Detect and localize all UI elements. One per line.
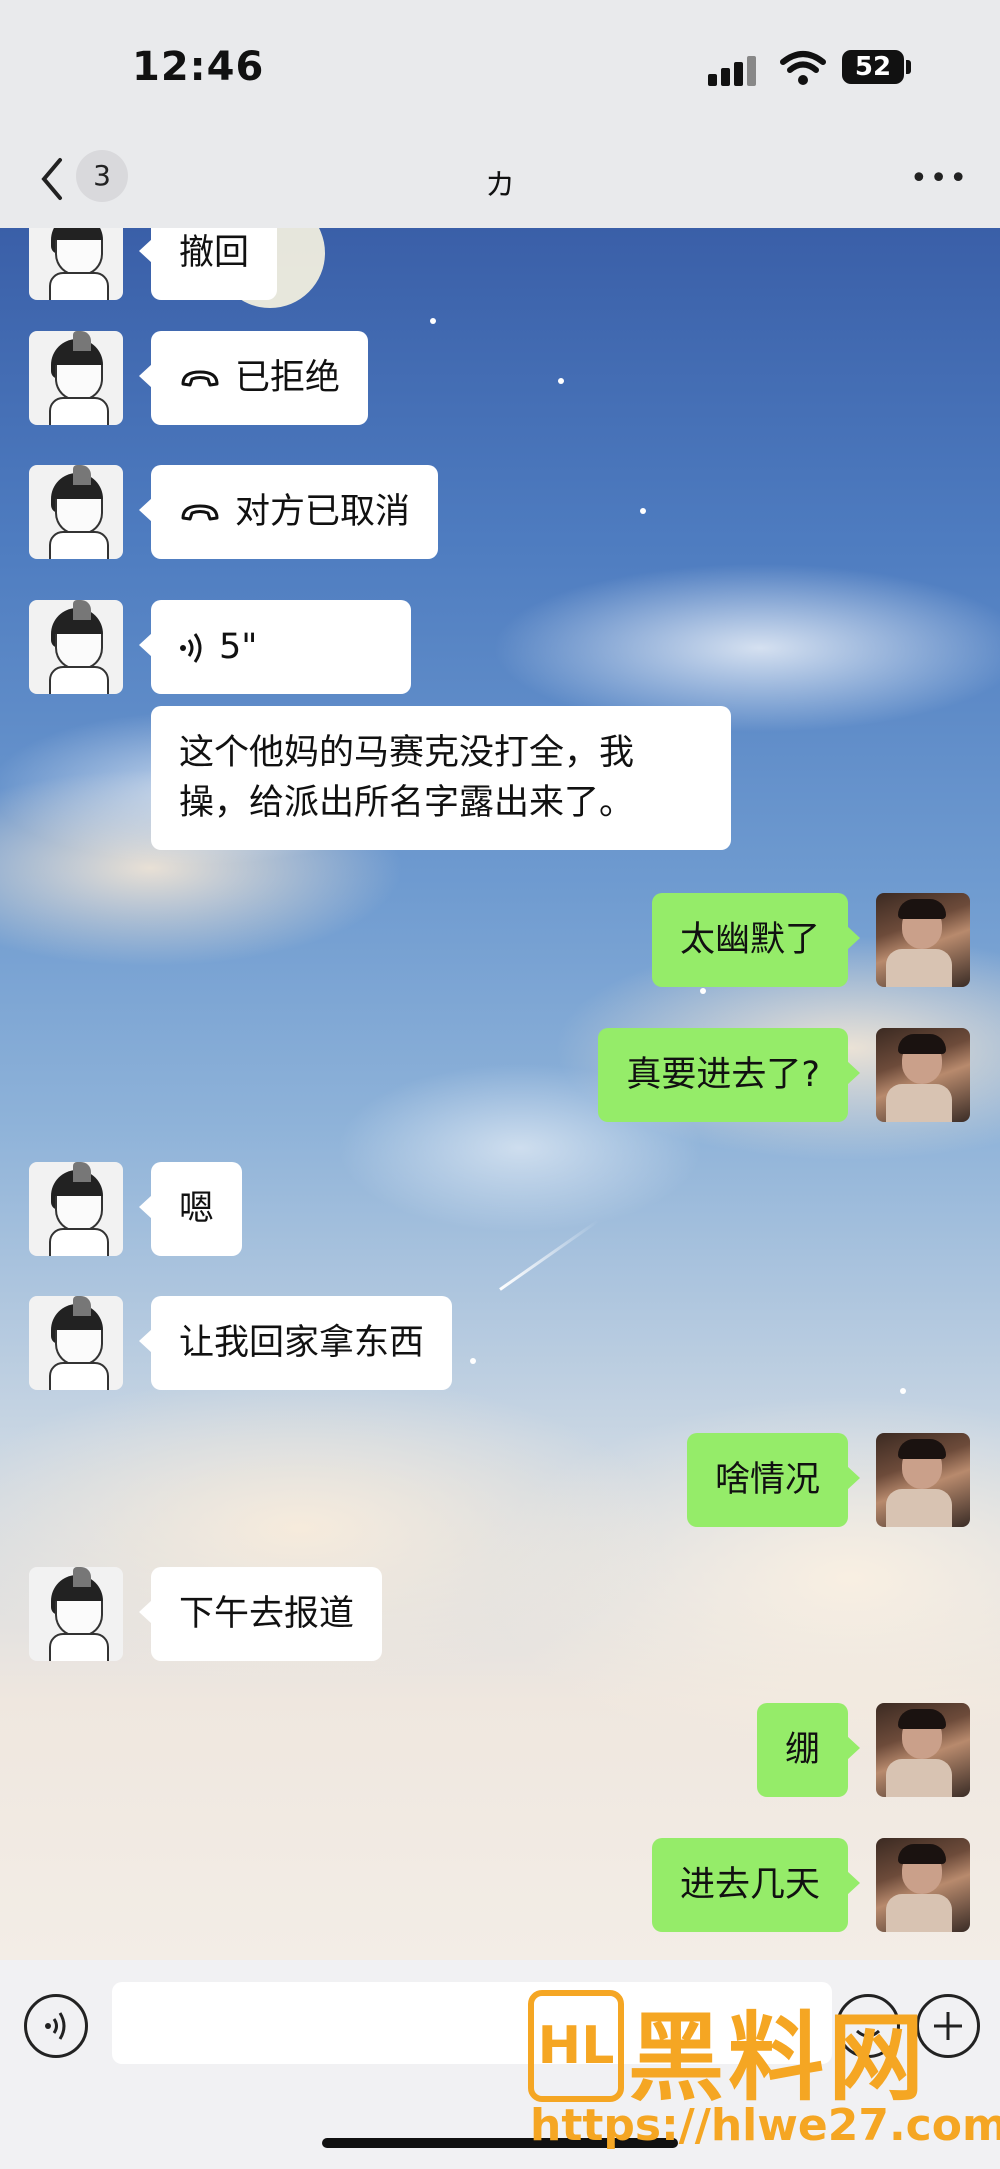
watermark-logo: HL — [528, 1990, 624, 2102]
phone-hangup-icon — [181, 504, 219, 521]
user-avatar[interactable] — [876, 893, 970, 987]
message-bubble[interactable]: 啥情况 — [686, 1433, 861, 1527]
call-status-text: 已拒绝 — [235, 358, 341, 398]
message-bubble[interactable]: 真要进去了? — [598, 1028, 860, 1122]
cellular-signal-icon — [708, 54, 760, 86]
user-avatar[interactable] — [876, 1703, 970, 1797]
voice-wave-icon — [45, 2012, 66, 2040]
more-options-icon[interactable]: ••• — [910, 164, 969, 194]
contact-avatar[interactable] — [29, 228, 123, 300]
star-decoration — [640, 508, 646, 514]
message-bubble[interactable]: 撤回 — [138, 228, 278, 300]
chat-title: カ — [485, 168, 515, 203]
contact-avatar[interactable] — [29, 465, 123, 559]
voice-duration: 5" — [219, 627, 258, 667]
message-bubble[interactable]: 进去几天 — [651, 1838, 861, 1932]
star-decoration — [470, 1358, 476, 1364]
chat-area[interactable]: 撤回 已拒绝 对方已取消 5" 这个他妈的马赛克没打全，我操，给派出所名字露出来… — [0, 228, 1000, 1960]
status-bar: 12:46 52 — [0, 0, 1000, 130]
star-decoration — [900, 1388, 906, 1394]
status-time: 12:46 — [132, 44, 265, 90]
message-bubble[interactable]: 下午去报道 — [138, 1567, 383, 1661]
phone-hangup-icon — [181, 370, 219, 387]
user-avatar[interactable] — [876, 1838, 970, 1932]
contact-avatar[interactable] — [29, 600, 123, 694]
star-decoration — [430, 318, 436, 324]
call-record-bubble[interactable]: 已拒绝 — [138, 331, 369, 425]
contact-avatar[interactable] — [29, 1567, 123, 1661]
star-decoration — [558, 378, 564, 384]
call-record-bubble[interactable]: 对方已取消 — [138, 465, 439, 559]
chat-header: 3 カ ••• — [0, 130, 1000, 228]
call-status-text: 对方已取消 — [235, 492, 411, 532]
watermark-text: 黑料网 — [628, 2002, 928, 2114]
message-bubble[interactable]: 绷 — [756, 1703, 861, 1797]
message-bubble[interactable]: 嗯 — [138, 1162, 243, 1256]
star-decoration — [700, 988, 706, 994]
contact-avatar[interactable] — [29, 1162, 123, 1256]
battery-tip — [906, 60, 911, 74]
shooting-star-decoration — [499, 1219, 600, 1291]
watermark-url: https://hlwe27.com — [530, 2100, 1000, 2151]
battery-indicator: 52 — [842, 50, 904, 84]
voice-input-button[interactable] — [24, 1994, 88, 2058]
voice-wave-icon — [180, 633, 202, 663]
wifi-icon — [780, 51, 826, 85]
contact-avatar[interactable] — [29, 331, 123, 425]
message-bubble[interactable]: 太幽默了 — [651, 893, 861, 987]
message-bubble[interactable]: 让我回家拿东西 — [138, 1296, 453, 1390]
user-avatar[interactable] — [876, 1028, 970, 1122]
contact-avatar[interactable] — [29, 1296, 123, 1390]
voice-message-bubble[interactable]: 5" — [139, 600, 411, 694]
message-bubble[interactable]: 这个他妈的马赛克没打全，我操，给派出所名字露出来了。 — [151, 706, 731, 850]
user-avatar[interactable] — [876, 1433, 970, 1527]
